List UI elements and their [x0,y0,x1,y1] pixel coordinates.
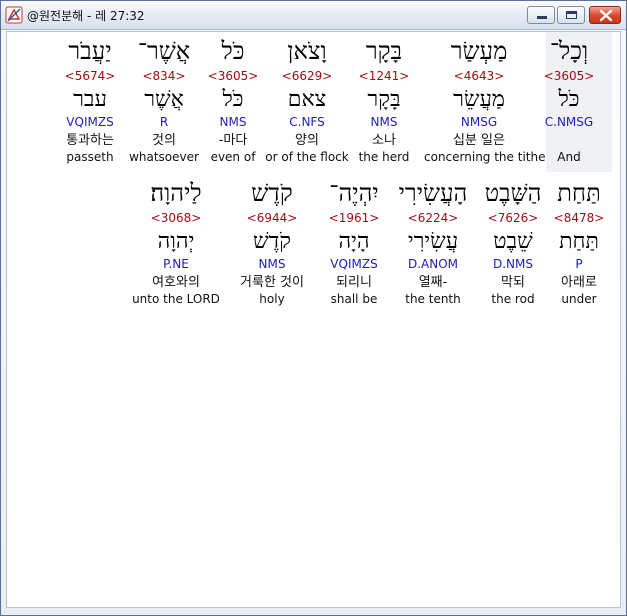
english-gloss: the herd [358,150,410,164]
hebrew-word: לַיהוָה׃ [150,179,202,207]
korean-gloss: 여호와의 [152,275,200,290]
strong-number[interactable]: <3605> [514,68,624,84]
word-cell[interactable]: בָּקָר <1241> בָּקָר NMS 소나 the herd [329,36,439,165]
english-gloss: And [557,150,581,164]
word-cell[interactable]: תַּחַת <8478> תַּחַת P 아래로 under [524,178,627,307]
parsing-code: P [575,257,583,271]
strong-number[interactable]: <8478> [524,210,627,226]
interlinear-panel[interactable]: יַעֲבֹר <5674> עבר VQIMZS 통과하는 passeth א… [6,31,621,608]
close-button[interactable] [589,6,621,24]
korean-gloss: 소나 [372,133,396,148]
english-gloss: unto the LORD [132,292,220,306]
lexical-root: כֹּל [558,87,580,112]
korean-gloss [514,132,624,150]
korean-gloss: 아래로 [561,275,597,290]
strong-number[interactable]: <1241> [329,68,439,84]
parsing-code: NMS [370,115,398,129]
word-cell[interactable]: לַיהוָה׃ <3068> יְהוָה P.NE 여호와의 unto th… [121,178,231,307]
strong-number[interactable]: <3068> [121,210,231,226]
parsing-code: C.NMSG [544,115,594,129]
hebrew-word: בָּקָר [365,37,403,65]
app-window: @원전분해 - 레 27:32 יַעֲבֹר <5674> עבר VQIMZ… [0,0,627,616]
hebrew-word: תַּחַת [557,179,601,207]
maximize-icon [566,11,577,19]
minimize-button[interactable] [527,6,555,24]
minimize-icon [537,16,547,19]
parsing-code: P.NE [163,257,189,271]
title-bar[interactable]: @원전분해 - 레 27:32 [1,1,626,30]
close-icon [599,9,613,22]
hebrew-word: וְכָל־ [549,37,589,65]
english-gloss: under [561,292,597,306]
lexical-root: יְהוָה [157,229,195,254]
lexical-root: בָּקָר [367,87,401,112]
app-logo-icon [5,6,23,24]
lexical-root: תַּחַת [559,229,599,254]
word-cell-selected[interactable]: וְכָל־ <3605> כֹּל C.NMSG And [514,32,624,172]
maximize-button[interactable] [557,6,585,24]
window-title: @원전분해 - 레 27:32 [27,9,145,23]
